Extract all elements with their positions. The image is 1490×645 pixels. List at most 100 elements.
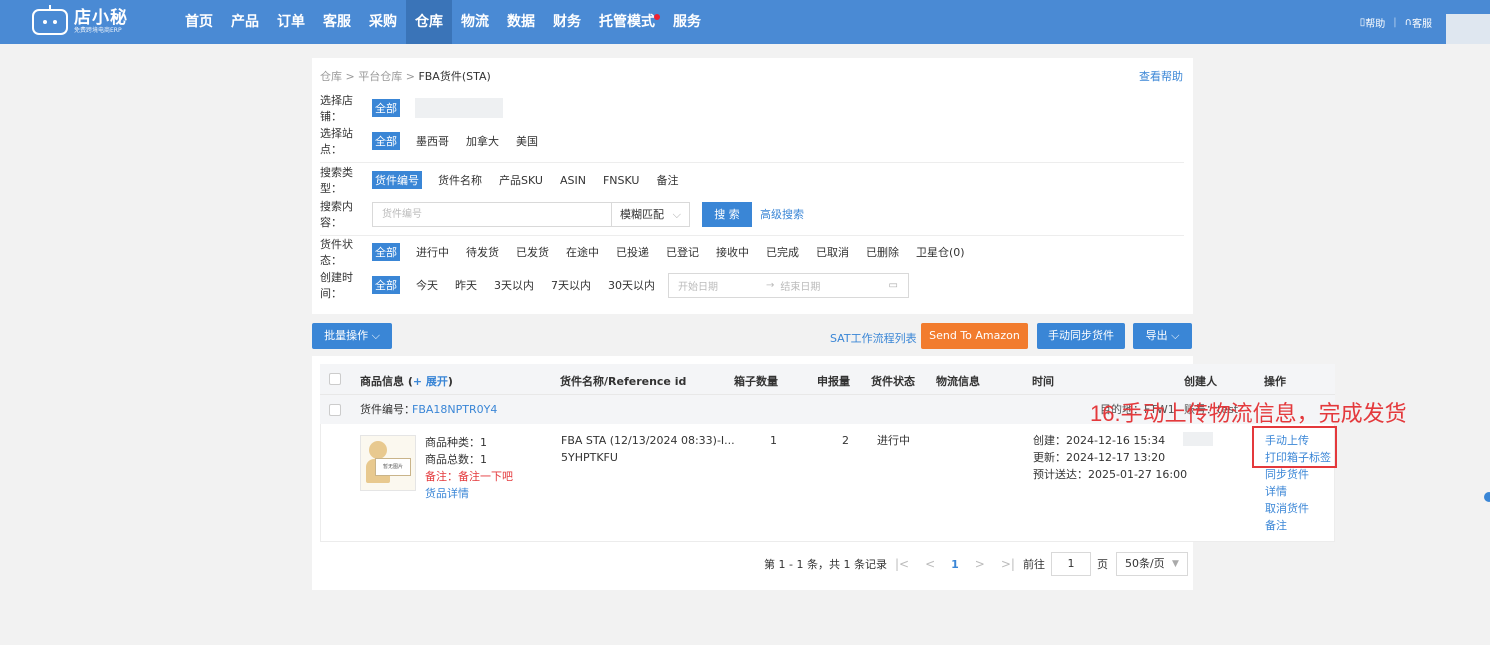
row-checkbox[interactable] xyxy=(329,404,341,416)
search-input[interactable]: 货件编号 xyxy=(372,201,612,227)
match-mode-select[interactable]: 模糊匹配 ⌵ xyxy=(612,201,690,227)
breadcrumb-warehouse[interactable]: 仓库 xyxy=(320,70,342,83)
time-option-yesterday[interactable]: 昨天 xyxy=(455,277,477,293)
status-option-in-transit[interactable]: 在途中 xyxy=(566,244,599,260)
nav-services[interactable]: 服务 xyxy=(664,0,710,44)
search-type-shipment-id[interactable]: 货件编号 xyxy=(372,171,422,189)
nav-logistics[interactable]: 物流 xyxy=(452,0,498,44)
eta-time: 预计送达：2025-01-27 16:00 xyxy=(1033,468,1188,481)
site-option-canada[interactable]: 加拿大 xyxy=(466,133,499,149)
shipment-name: FBA STA (12/13/2024 08:33)-I... xyxy=(561,434,735,447)
site-option-mexico[interactable]: 墨西哥 xyxy=(416,133,449,149)
status-option-checked-in[interactable]: 已登记 xyxy=(666,244,699,260)
export-button[interactable]: 导出 ⌵ xyxy=(1133,323,1192,349)
app-logo[interactable]: 店小秘 免费跨境电商ERP xyxy=(32,5,128,38)
date-range-picker[interactable]: 开始日期 → 结束日期 ▭ xyxy=(668,272,909,298)
note-link[interactable]: 备注 xyxy=(1265,517,1331,534)
nav-managed-mode-label: 托管模式 xyxy=(599,14,655,30)
batch-operation-button[interactable]: 批量操作 ⌵ xyxy=(312,323,392,349)
status-option-delivered[interactable]: 已投递 xyxy=(616,244,649,260)
time-option-30days[interactable]: 30天以内 xyxy=(608,277,655,293)
goods-detail-link[interactable]: 货品详情 xyxy=(425,485,513,502)
detail-link[interactable]: 详情 xyxy=(1265,483,1331,500)
search-type-note[interactable]: 备注 xyxy=(656,172,678,188)
last-page-icon[interactable]: >| xyxy=(1001,557,1015,571)
nav-products[interactable]: 产品 xyxy=(222,0,268,44)
shop-label: 选择店铺： xyxy=(320,94,353,123)
nav-purchasing[interactable]: 采购 xyxy=(360,0,406,44)
prev-page-icon[interactable]: < xyxy=(925,557,935,571)
status-option-shipped[interactable]: 已发货 xyxy=(516,244,549,260)
nav-finance[interactable]: 财务 xyxy=(544,0,590,44)
placeholder-figure xyxy=(369,441,387,459)
search-button[interactable]: 搜 索 xyxy=(702,201,752,227)
search-type-shipment-name[interactable]: 货件名称 xyxy=(438,172,482,188)
table-header: 商品信息 (+ 展开) 货件名称/Reference id 箱子数量 申报量 货… xyxy=(320,364,1335,394)
breadcrumb-current: FBA货件(STA) xyxy=(418,70,491,83)
tutorial-annotation-text: 16.手动上传物流信息，完成发货 xyxy=(1090,401,1407,426)
time-option-today[interactable]: 今天 xyxy=(416,277,438,293)
kind-label: 商品种类： xyxy=(425,436,480,449)
goto-page-input[interactable]: 1 xyxy=(1050,552,1091,576)
advanced-search-link[interactable]: 高级搜索 xyxy=(760,206,804,222)
time-option-all[interactable]: 全部 xyxy=(372,276,400,294)
col-status: 货件状态 xyxy=(871,375,915,388)
status-option-pending[interactable]: 待发货 xyxy=(466,244,499,260)
time-option-7days[interactable]: 7天以内 xyxy=(551,277,591,293)
status-option-in-progress[interactable]: 进行中 xyxy=(416,244,449,260)
status-option-cancelled[interactable]: 已取消 xyxy=(816,244,849,260)
service-link[interactable]: 客服 xyxy=(1412,15,1432,30)
status-option-deleted[interactable]: 已删除 xyxy=(866,244,899,260)
help-link[interactable]: 帮助 xyxy=(1365,15,1385,30)
sat-workflow-list-link[interactable]: SAT工作流程列表 xyxy=(830,330,917,346)
view-help-link[interactable]: 查看帮助 xyxy=(1139,68,1183,84)
floating-helper-icon[interactable] xyxy=(1484,492,1490,502)
search-type-fnsku[interactable]: FNSKU xyxy=(603,174,640,187)
start-date-input[interactable]: 开始日期 xyxy=(678,278,718,293)
shipment-id-link[interactable]: FBA18NPTR0Y4 xyxy=(412,401,497,418)
tutorial-highlight-box xyxy=(1252,426,1337,468)
search-type-sku[interactable]: 产品SKU xyxy=(499,172,543,188)
page-size-select[interactable]: 50条/页 ▼ xyxy=(1115,552,1188,576)
sync-shipment-link[interactable]: 同步货件 xyxy=(1265,466,1331,483)
manual-sync-shipment-button[interactable]: 手动同步货件 xyxy=(1037,323,1125,349)
search-content-row: 搜索内容： 货件编号 模糊匹配 ⌵ 搜 索 高级搜索 xyxy=(320,200,804,229)
col-product-info-label: 商品信息 ( xyxy=(360,375,413,388)
expand-toggle[interactable]: + 展开 xyxy=(413,375,448,388)
send-to-amazon-button[interactable]: Send To Amazon xyxy=(921,323,1028,349)
search-type-asin[interactable]: ASIN xyxy=(560,174,586,187)
nav-home[interactable]: 首页 xyxy=(176,0,222,44)
col-product-info: 商品信息 (+ 展开) xyxy=(360,373,453,389)
status-option-receiving[interactable]: 接收中 xyxy=(716,244,749,260)
user-avatar[interactable] xyxy=(1446,14,1490,44)
status-option-completed[interactable]: 已完成 xyxy=(766,244,799,260)
shop-name-redacted[interactable] xyxy=(415,98,503,118)
search-content-label: 搜索内容： xyxy=(320,200,353,229)
nav-orders[interactable]: 订单 xyxy=(268,0,314,44)
status-option-satellite[interactable]: 卫星仓(0) xyxy=(916,244,965,260)
time-option-3days[interactable]: 3天以内 xyxy=(494,277,534,293)
batch-operation-label: 批量操作 xyxy=(324,329,369,342)
status-option-all[interactable]: 全部 xyxy=(372,243,400,261)
nav-data[interactable]: 数据 xyxy=(498,0,544,44)
first-page-icon[interactable]: |< xyxy=(895,557,909,571)
product-thumbnail: 暂无图片 xyxy=(360,435,416,491)
next-page-icon[interactable]: > xyxy=(975,557,985,571)
end-date-input[interactable]: 结束日期 xyxy=(780,278,820,293)
status-value: 进行中 xyxy=(877,434,910,447)
nav-customer-service[interactable]: 客服 xyxy=(314,0,360,44)
caret-down-icon: ▼ xyxy=(1172,559,1179,569)
select-all-checkbox[interactable] xyxy=(329,373,341,385)
current-page[interactable]: 1 xyxy=(951,558,959,571)
breadcrumb-platform-warehouse[interactable]: 平台仓库 xyxy=(358,70,402,83)
cancel-shipment-link[interactable]: 取消货件 xyxy=(1265,500,1331,517)
nav-warehouse[interactable]: 仓库 xyxy=(406,0,452,44)
site-option-usa[interactable]: 美国 xyxy=(516,133,538,149)
filter-panel: 仓库 > 平台仓库 > FBA货件(STA) 查看帮助 选择店铺： 全部 选择站… xyxy=(312,58,1193,314)
nav-managed-mode[interactable]: 托管模式 xyxy=(590,0,664,44)
kind-value: 1 xyxy=(480,436,487,449)
no-image-placeholder: 暂无图片 xyxy=(375,458,411,476)
site-option-all[interactable]: 全部 xyxy=(372,132,400,150)
shop-option-all[interactable]: 全部 xyxy=(372,99,400,117)
logo-subtitle: 免费跨境电商ERP xyxy=(74,27,122,34)
